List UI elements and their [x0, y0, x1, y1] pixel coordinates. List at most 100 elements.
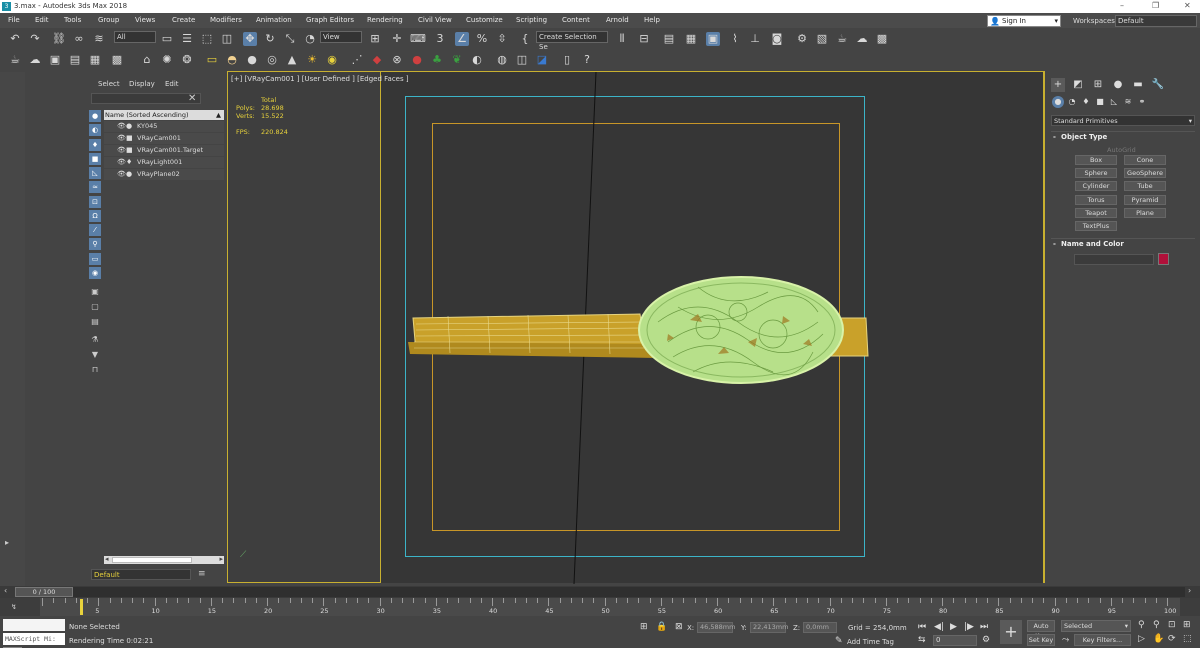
helpers-icon[interactable]: ◺ [1108, 96, 1120, 108]
rendered-frame-window-icon[interactable]: ▧ [815, 32, 829, 46]
autogrid-checkbox[interactable]: AutoGrid [1107, 146, 1136, 154]
previous-key-icon[interactable]: ◀| [934, 622, 944, 632]
maxscript-mini-listener[interactable]: MAXScript Mi: [3, 633, 65, 645]
vray-clipper-icon[interactable]: ❦ [450, 53, 464, 67]
display-tab-icon[interactable]: ▬ [1131, 78, 1145, 92]
display-geometry-icon[interactable]: ● [89, 110, 101, 122]
render-elements-icon[interactable]: ❂ [180, 53, 194, 67]
layer-dropdown[interactable]: Default [91, 569, 191, 580]
material-editor-icon[interactable]: ◙ [770, 32, 784, 46]
zoom-extents-all-icon[interactable]: ⊞ [1183, 620, 1191, 630]
clear-search-icon[interactable]: ✕ [188, 93, 196, 104]
shapes-icon[interactable]: ◔ [1066, 96, 1078, 108]
visibility-eye-icon[interactable]: 👁 [117, 121, 126, 132]
playhead[interactable] [80, 599, 83, 615]
display-xrefs-icon[interactable]: Ω [89, 210, 101, 222]
torus-button[interactable]: Torus [1075, 195, 1117, 205]
geosphere-button[interactable]: GeoSphere [1124, 168, 1166, 178]
workspaces-dropdown[interactable]: Default [1115, 15, 1197, 27]
scene-list-header[interactable]: Name (Sorted Ascending) ▲ [104, 110, 224, 120]
display-none-icon[interactable]: ▢ [89, 301, 101, 313]
play-icon[interactable]: ▶ [950, 622, 957, 632]
image-icon[interactable]: ▣ [48, 53, 62, 67]
render-iterative-icon[interactable]: ☁ [855, 32, 869, 46]
percent-snap-icon[interactable]: % [475, 32, 489, 46]
add-time-tag[interactable]: Add Time Tag [847, 638, 894, 646]
textplus-button[interactable]: TextPlus [1075, 221, 1117, 231]
sphere-button[interactable]: Sphere [1075, 168, 1117, 178]
vray-vfb-icon[interactable]: ◍ [495, 53, 509, 67]
sphere-light-icon[interactable]: ● [245, 53, 259, 67]
zoom-extents-icon[interactable]: ⊡ [1168, 620, 1176, 630]
se-menu-display[interactable]: Display [129, 80, 155, 88]
set-keys-icon[interactable]: + [1000, 620, 1022, 644]
sun-icon[interactable]: ☀ [305, 53, 319, 67]
visibility-eye-icon[interactable]: 👁 [117, 133, 126, 144]
menu-group[interactable]: Group [98, 16, 119, 24]
display-all-icon[interactable]: ▣ [89, 286, 101, 298]
display-groups-icon[interactable]: ⊡ [89, 196, 101, 208]
settings-icon[interactable]: ▯ [560, 53, 574, 67]
key-mode-icon[interactable]: ⇆ [918, 635, 926, 645]
align-icon[interactable]: ⊟ [637, 32, 651, 46]
scene-row-ky045[interactable]: 👁 ● KY045 [104, 121, 224, 132]
minimize-button[interactable]: – [1120, 1, 1124, 10]
menu-file[interactable]: File [8, 16, 20, 24]
edit-named-selection-icon[interactable]: { [518, 32, 532, 46]
select-by-name-icon[interactable]: ☰ [180, 32, 194, 46]
select-manipulate-icon[interactable]: ✛ [390, 32, 404, 46]
redo-icon[interactable]: ↷ [28, 32, 42, 46]
vray-plane-icon[interactable]: ⊗ [390, 53, 404, 67]
horizontal-scrollbar[interactable]: ◂ ▸ [104, 555, 224, 564]
lock-selection-icon[interactable]: 🔒 [656, 622, 667, 632]
time-tag-icon[interactable]: ✎ [835, 636, 843, 646]
ambient-light-icon[interactable]: ◉ [325, 53, 339, 67]
select-object-icon[interactable]: ▭ [160, 32, 174, 46]
proxy-icon[interactable]: ◆ [370, 53, 384, 67]
scroll-thumb[interactable] [112, 557, 192, 563]
toggle-scene-explorer-icon[interactable]: ▤ [662, 32, 676, 46]
vray-fur-icon[interactable]: ♣ [430, 53, 444, 67]
key-selection-dropdown[interactable]: Selected ▾ [1061, 620, 1131, 632]
scale-icon[interactable]: ⤡ [283, 32, 297, 46]
display-bones-icon[interactable]: ⁄ [89, 224, 101, 236]
reference-coordinate-dropdown[interactable]: View [320, 31, 362, 43]
go-to-end-icon[interactable]: ⏭ [980, 622, 988, 632]
notes-icon[interactable]: ▤ [68, 53, 82, 67]
object-type-rollout[interactable]: - Object Type [1051, 131, 1195, 141]
display-shapes-icon[interactable]: ◐ [89, 124, 101, 136]
maxscript-listener-output[interactable] [3, 619, 65, 631]
unlink-icon[interactable]: ∞ [72, 32, 86, 46]
z-coordinate-field[interactable]: 0,0mm [803, 622, 837, 633]
scene-row-vrayplane02[interactable]: 👁 ● VRayPlane02 [104, 169, 224, 180]
hierarchy-tab-icon[interactable]: ⊞ [1091, 78, 1105, 92]
se-menu-select[interactable]: Select [98, 80, 120, 88]
y-coordinate-field[interactable]: 22,413mm [750, 622, 788, 633]
menu-scripting[interactable]: Scripting [516, 16, 547, 24]
motion-tab-icon[interactable]: ● [1111, 78, 1125, 92]
display-cameras-icon[interactable]: ■ [89, 153, 101, 165]
bind-space-warp-icon[interactable]: ≋ [92, 32, 106, 46]
keyboard-shortcut-icon[interactable]: ⌨ [410, 32, 426, 46]
vray-sphere-icon[interactable]: ● [410, 53, 424, 67]
menu-views[interactable]: Views [135, 16, 155, 24]
visibility-eye-icon[interactable]: 👁 [117, 145, 126, 156]
go-to-start-icon[interactable]: ⏮ [918, 622, 926, 632]
modify-tab-icon[interactable]: ◩ [1071, 78, 1085, 92]
angle-snap-icon[interactable]: ∠ [455, 32, 469, 46]
pan-icon[interactable]: ✋ [1153, 634, 1164, 644]
spinner-snap-icon[interactable]: ⇳ [495, 32, 509, 46]
render-frame-icon[interactable]: ▩ [110, 53, 124, 67]
menu-content[interactable]: Content [562, 16, 590, 24]
menu-edit[interactable]: Edit [35, 16, 49, 24]
isolate-icon[interactable]: ⊞ [640, 622, 648, 632]
help-icon[interactable]: ? [580, 53, 594, 67]
snaps-toggle-icon[interactable]: 3 [433, 32, 447, 46]
plane-button[interactable]: Plane [1124, 208, 1166, 218]
teapot-button[interactable]: Teapot [1075, 208, 1117, 218]
viewport-label[interactable]: [+] [VRayCam001 ] [User Defined ] [Edged… [231, 75, 409, 83]
named-selection-dropdown[interactable]: Create Selection Se [536, 31, 608, 51]
menu-rendering[interactable]: Rendering [367, 16, 403, 24]
camera-icon[interactable]: ⌂ [140, 53, 154, 67]
maximize-viewport-icon[interactable]: ⬚ [1183, 634, 1192, 644]
